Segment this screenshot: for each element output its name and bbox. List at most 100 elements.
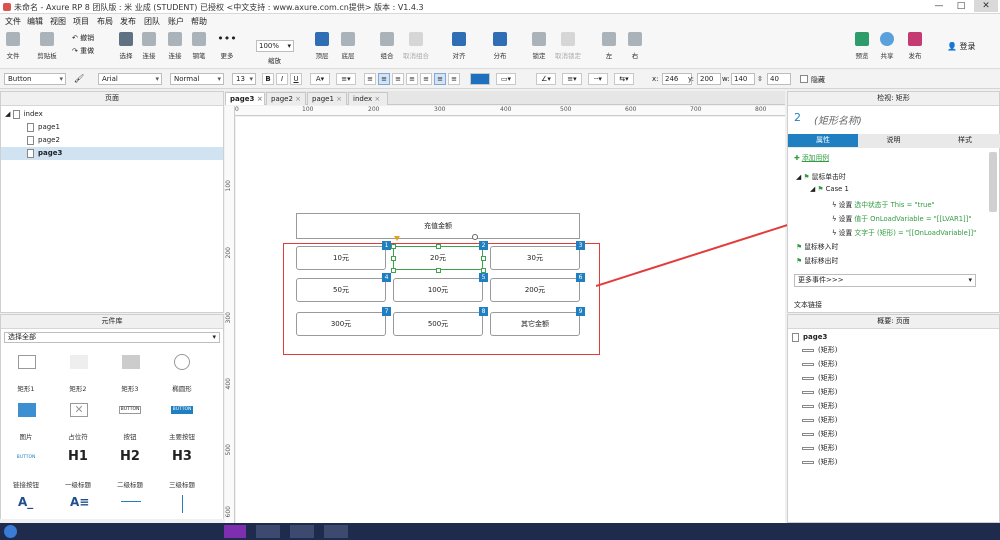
taskbar-app-icon[interactable] bbox=[256, 525, 280, 538]
menu-view[interactable]: 视图 bbox=[50, 16, 66, 27]
outline-item[interactable]: (矩形) bbox=[788, 358, 999, 371]
connect-tool-2[interactable]: 连接 bbox=[165, 32, 185, 60]
widget-h3[interactable]: H3 三级标题 bbox=[157, 449, 207, 493]
widget-rect1[interactable]: 矩形1 bbox=[1, 353, 51, 397]
add-case-link[interactable]: ✚ 添加用例 bbox=[794, 152, 829, 162]
outline-item[interactable]: (矩形) bbox=[788, 386, 999, 399]
resize-handle[interactable] bbox=[391, 244, 396, 249]
y-input[interactable]: 200 bbox=[697, 73, 721, 85]
w-input[interactable]: 140 bbox=[731, 73, 755, 85]
redo-button[interactable]: ↷ 重做 bbox=[72, 46, 94, 56]
tree-item-index[interactable]: ◢ index bbox=[1, 108, 223, 121]
resize-handle[interactable] bbox=[391, 268, 396, 273]
tab-page2[interactable]: page2 × bbox=[266, 92, 306, 105]
resize-handle[interactable] bbox=[391, 256, 396, 261]
tab-close-icon[interactable]: × bbox=[336, 95, 342, 103]
taskbar-app-icon[interactable] bbox=[290, 525, 314, 538]
outline-item[interactable]: (矩形) bbox=[788, 344, 999, 357]
outline-item-selected[interactable]: (矩形) bbox=[788, 456, 999, 469]
login-button[interactable]: 👤 登录 bbox=[947, 41, 976, 52]
widget-ellipse[interactable]: 椭圆形 bbox=[157, 353, 207, 397]
undo-button[interactable]: ↶ 撤销 bbox=[72, 33, 94, 43]
inspector-scrollbar[interactable] bbox=[989, 152, 997, 212]
tab-page1[interactable]: page1 × bbox=[307, 92, 347, 105]
amount-option-100[interactable]: 100元 bbox=[393, 278, 483, 302]
line-color-button[interactable]: ∠▾ bbox=[536, 73, 556, 85]
resize-handle[interactable] bbox=[481, 268, 486, 273]
tree-item-page1[interactable]: page1 bbox=[1, 121, 223, 134]
unlock-button[interactable]: 取消锁定 bbox=[555, 32, 581, 60]
h-input[interactable]: 40 bbox=[767, 73, 791, 85]
resize-handle[interactable] bbox=[436, 268, 441, 273]
distribute-button[interactable]: 分布 bbox=[489, 32, 511, 60]
menu-file[interactable]: 文件 bbox=[5, 16, 21, 27]
tab-notes[interactable]: 说明 bbox=[858, 134, 929, 147]
pen-tool[interactable]: 钢笔 bbox=[190, 32, 208, 60]
start-icon[interactable] bbox=[4, 525, 17, 538]
design-canvas[interactable]: 充值金额 10元 20元 30元 50元 100元 200元 300元 500元… bbox=[236, 117, 785, 523]
font-family-select[interactable]: Arial bbox=[98, 73, 162, 85]
tab-style[interactable]: 样式 bbox=[929, 134, 1000, 147]
left-button[interactable]: 左 bbox=[601, 32, 617, 60]
outline-item[interactable]: (矩形) bbox=[788, 400, 999, 413]
case-1[interactable]: ◢ ⚑ Case 1 bbox=[810, 185, 849, 193]
widget-rect2[interactable]: 矩形2 bbox=[53, 353, 103, 397]
outline-item[interactable]: (矩形) bbox=[788, 414, 999, 427]
align-center-text-icon[interactable]: ≡ bbox=[378, 73, 390, 85]
amount-option-10[interactable]: 10元 bbox=[296, 246, 386, 270]
italic-button[interactable]: I bbox=[276, 73, 288, 85]
text-highlight-button[interactable]: ≡▾ bbox=[336, 73, 356, 85]
widget-name-field[interactable]: (矩形名称) bbox=[814, 112, 862, 127]
bring-top-button[interactable]: 顶层 bbox=[313, 32, 331, 60]
underline-button[interactable]: U bbox=[290, 73, 302, 85]
right-button[interactable]: 右 bbox=[627, 32, 643, 60]
amount-option-500[interactable]: 500元 bbox=[393, 312, 483, 336]
close-icon[interactable]: ✕ bbox=[974, 0, 998, 12]
tab-close-icon[interactable]: × bbox=[257, 95, 263, 103]
maximize-icon[interactable]: □ bbox=[952, 0, 970, 12]
justify-text-icon[interactable]: ≡ bbox=[406, 73, 418, 85]
tab-index[interactable]: index × bbox=[348, 92, 388, 105]
menu-publish[interactable]: 发布 bbox=[120, 16, 136, 27]
action-set-variable[interactable]: ϟ 设置 值于 OnLoadVariable = "[[LVAR1]]" bbox=[832, 213, 972, 223]
amount-option-200[interactable]: 200元 bbox=[490, 278, 580, 302]
group-button[interactable]: 组合 bbox=[378, 32, 396, 60]
tab-close-icon[interactable]: × bbox=[374, 95, 380, 103]
menu-account[interactable]: 账户 bbox=[168, 16, 184, 27]
widget-style-select[interactable]: Button bbox=[4, 73, 66, 85]
publish-button[interactable]: 发布 bbox=[904, 32, 926, 60]
widget-h1[interactable]: H1 一级标题 bbox=[53, 449, 103, 493]
widget-link-button[interactable]: BUTTON 链接按钮 bbox=[1, 449, 51, 493]
taskbar-app-icon[interactable] bbox=[324, 525, 348, 538]
rotate-handle[interactable] bbox=[472, 234, 478, 240]
action-set-selected[interactable]: ϟ 设置 选中状态于 This = "true" bbox=[832, 199, 935, 209]
font-color-button[interactable]: A▾ bbox=[310, 73, 330, 85]
more-tools[interactable]: ••• 更多 bbox=[216, 32, 238, 60]
event-mouse-enter[interactable]: ⚑ 鼠标移入时 bbox=[796, 241, 838, 251]
fill-color-button[interactable] bbox=[470, 73, 490, 85]
widget-h2[interactable]: H2 二级标题 bbox=[105, 449, 155, 493]
tab-properties[interactable]: 属性 bbox=[788, 134, 858, 147]
menu-layout[interactable]: 布局 bbox=[97, 16, 113, 27]
align-button[interactable]: 对齐 bbox=[448, 32, 470, 60]
more-events-select[interactable]: 更多事件>>> ▾ bbox=[794, 274, 976, 287]
clipboard-button[interactable]: 剪贴板 bbox=[35, 32, 59, 60]
connect-tool[interactable]: 连接 bbox=[140, 32, 158, 60]
outline-item[interactable]: (矩形) bbox=[788, 372, 999, 385]
valign-middle-icon[interactable]: ≡ bbox=[434, 73, 446, 85]
align-right-text-icon[interactable]: ≡ bbox=[392, 73, 404, 85]
widget-image[interactable]: 图片 bbox=[1, 401, 51, 445]
vertical-line-icon[interactable] bbox=[182, 495, 183, 513]
preview-button[interactable]: 预览 bbox=[853, 32, 871, 60]
file-button[interactable]: 文件 bbox=[4, 32, 22, 60]
text-link-section[interactable]: 文本链接 bbox=[794, 300, 822, 310]
lock-button[interactable]: 锁定 bbox=[530, 32, 548, 60]
zoom-select[interactable]: 100% ▾ bbox=[256, 40, 294, 52]
widget-placeholder[interactable]: ✕ 占位符 bbox=[53, 401, 103, 445]
menu-project[interactable]: 项目 bbox=[73, 16, 89, 27]
widget-primary-button[interactable]: BUTTON 主要按钮 bbox=[157, 401, 207, 445]
paragraph-widget-icon[interactable]: A≡ bbox=[70, 495, 89, 509]
amount-option-20[interactable]: 20元 bbox=[393, 246, 483, 270]
format-painter-icon[interactable]: 🖌 bbox=[74, 74, 84, 83]
menu-help[interactable]: 帮助 bbox=[191, 16, 207, 27]
